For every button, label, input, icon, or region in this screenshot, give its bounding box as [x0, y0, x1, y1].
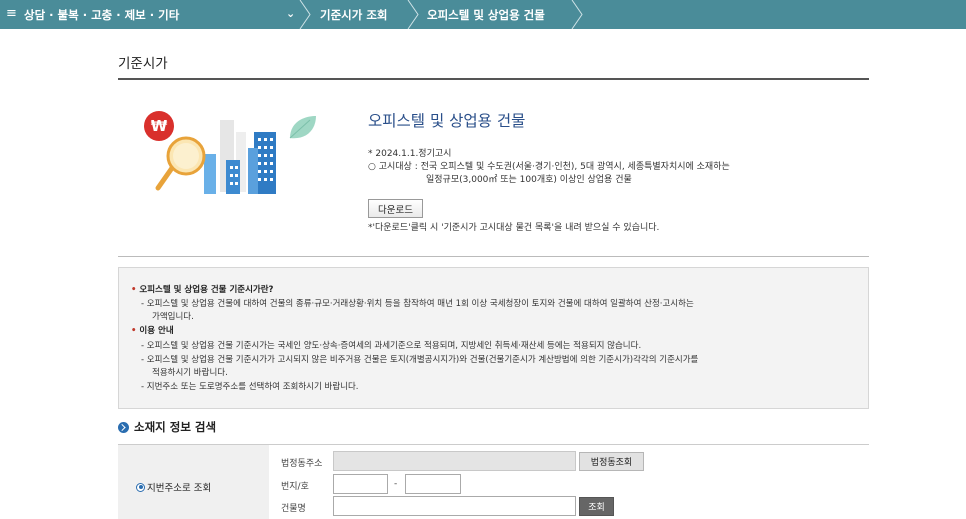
top-nav-bar: ≡ 상담 · 불복 · 고충 · 제보 · 기타 ⌄ 기준시가 조회 오피스텔 … — [0, 0, 966, 29]
explain-text: - 오피스텔 및 상업용 건물 기준시가는 국세인 양도·상속·증여세의 과세기… — [141, 341, 642, 351]
explain-heading-definition: • 오피스텔 및 상업용 건물 기준시가란? — [131, 285, 274, 295]
bunji-label: 번지/호 — [281, 482, 309, 492]
bunji-dash: - — [394, 479, 398, 489]
chevron-circle-icon — [118, 421, 129, 433]
building-name-input[interactable] — [333, 496, 576, 516]
explain-text: 적용하시기 바랍니다. — [152, 368, 228, 378]
dong-address-input[interactable] — [333, 451, 576, 471]
explain-text: 가액입니다. — [152, 312, 194, 322]
download-button[interactable]: 다운로드 — [368, 199, 423, 218]
search-button[interactable]: 조회 — [579, 497, 614, 516]
radio-selected-icon[interactable] — [136, 482, 145, 492]
menu-icon[interactable]: ≡ — [6, 6, 17, 21]
building-illustration: ₩ — [144, 111, 316, 194]
jibun-radio[interactable]: 지번주소로 조회 — [136, 480, 211, 494]
explain-text: - 오피스텔 및 상업용 건물 기준시가가 고시되지 않은 비주거용 건물은 토… — [141, 355, 699, 365]
product-title: 오피스텔 및 상업용 건물 — [368, 112, 526, 130]
category-menu[interactable]: 상담 · 불복 · 고충 · 제보 · 기타 — [24, 7, 179, 23]
dong-label: 법정동주소 — [281, 459, 323, 469]
svg-text:₩: ₩ — [151, 117, 168, 135]
bunji-input[interactable] — [333, 474, 388, 494]
breadcrumb-separator-icon — [406, 0, 420, 29]
breadcrumb-separator-icon — [298, 0, 312, 29]
dong-search-button[interactable]: 법정동조회 — [579, 452, 644, 471]
breadcrumb-officetel[interactable]: 오피스텔 및 상업용 건물 — [427, 7, 545, 23]
breadcrumb-standard-price[interactable]: 기준시가 조회 — [320, 7, 387, 23]
explain-text: - 지번주소 또는 도로명주소를 선택하여 조회하시기 바랍니다. — [141, 382, 359, 392]
ho-input[interactable] — [405, 474, 461, 494]
notice-date: * 2024.1.1.정기고시 — [368, 149, 452, 159]
page-title: 기준시가 — [118, 56, 168, 72]
download-note: *'다운로드'클릭 시 '기준시가 고시대상 물건 목록'을 내려 받으실 수 … — [368, 223, 660, 233]
section-divider — [118, 256, 869, 257]
building-label: 건물명 — [281, 504, 306, 514]
jibun-radio-label[interactable]: 지번주소로 조회 — [147, 480, 211, 494]
breadcrumb-separator-icon — [570, 0, 584, 29]
notice-target-cont: 일정규모(3,000㎡ 또는 100개호) 이상인 상업용 건물 — [426, 175, 632, 185]
title-divider — [118, 78, 869, 80]
notice-target: ○ 고시대상 : 전국 오피스텔 및 수도권(서울·경기·인천), 5대 광역시… — [368, 162, 730, 172]
search-heading: 소재지 정보 검색 — [118, 419, 216, 435]
chevron-down-icon[interactable]: ⌄ — [286, 7, 295, 20]
explain-text: - 오피스텔 및 상업용 건물에 대하여 건물의 종류·규모·거래상황·위치 등… — [141, 299, 694, 309]
explain-heading-usage: • 이용 안내 — [131, 326, 174, 336]
